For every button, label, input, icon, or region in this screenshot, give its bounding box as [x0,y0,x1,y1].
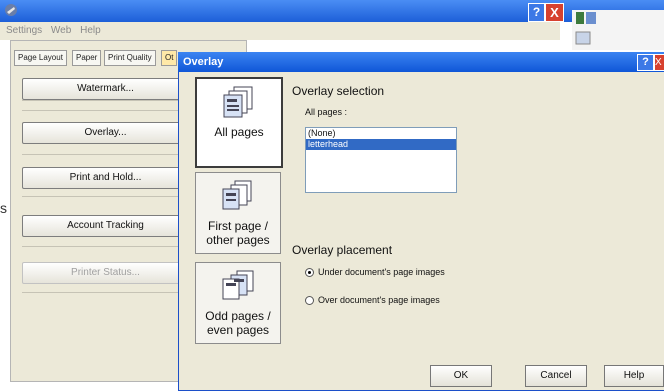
pages-icon [222,180,252,210]
pages-icon [223,86,253,118]
under-radio[interactable] [305,268,314,277]
divider [22,100,187,101]
toolbar-icons [575,12,596,45]
watermark-button[interactable]: Watermark... [22,78,189,100]
print-and-hold-button[interactable]: Print and Hold... [22,167,189,189]
overlay-listbox[interactable]: (None) letterhead [305,127,457,193]
under-label: Under document's page images [318,267,445,277]
all-pages-button[interactable]: All pages [195,77,283,168]
menu-settings[interactable]: Settings [6,25,42,36]
dialog-help-icon-button[interactable]: ? [637,54,654,71]
back-menubar: Settings Web Help [0,22,560,40]
odd-even-pages-button[interactable]: Odd pages / even pages [195,262,281,344]
all-pages-sublabel: All pages : [305,107,348,117]
divider [22,154,187,155]
menu-help[interactable]: Help [80,25,101,36]
overlay-selection-heading: Overlay selection [292,84,385,98]
ok-button[interactable]: OK [430,365,492,387]
tab-other[interactable]: Ot [161,50,178,66]
odd-even-pages-label: Odd pages / even pages [205,309,271,337]
list-item[interactable]: letterhead [306,139,456,150]
dialog-title: Overlay [183,56,224,68]
help-button[interactable]: Help [604,365,664,387]
over-label: Over document's page images [318,295,440,305]
overlay-placement-heading: Overlay placement [292,243,393,257]
account-tracking-button[interactable]: Account Tracking [22,215,189,237]
first-other-pages-button[interactable]: First page / other pages [195,172,281,254]
toolbar-area [572,10,664,50]
dialog-titlebar: Overlay [178,52,664,72]
tab-page-layout[interactable]: Page Layout [14,50,67,66]
dialog-close-button[interactable]: X [654,54,664,71]
all-pages-label: All pages [214,125,264,139]
over-radio[interactable] [305,296,314,305]
back-help-button[interactable]: ? [528,3,545,22]
app-icon [4,3,18,17]
divider [22,110,187,111]
printer-status-button: Printer Status... [22,262,189,284]
list-item[interactable]: (None) [306,128,456,139]
back-window-titlebar [0,0,664,22]
edge-text: s [0,200,7,216]
cancel-button[interactable]: Cancel [525,365,587,387]
divider [22,196,187,197]
divider [22,292,187,293]
tab-print-quality[interactable]: Print Quality [104,50,156,66]
menu-web[interactable]: Web [51,25,71,36]
pages-icon [222,270,254,300]
divider [22,246,187,247]
tab-paper[interactable]: Paper [72,50,102,66]
overlay-button[interactable]: Overlay... [22,122,189,144]
back-close-button[interactable]: X [545,3,564,22]
first-other-pages-label: First page / other pages [206,219,270,247]
